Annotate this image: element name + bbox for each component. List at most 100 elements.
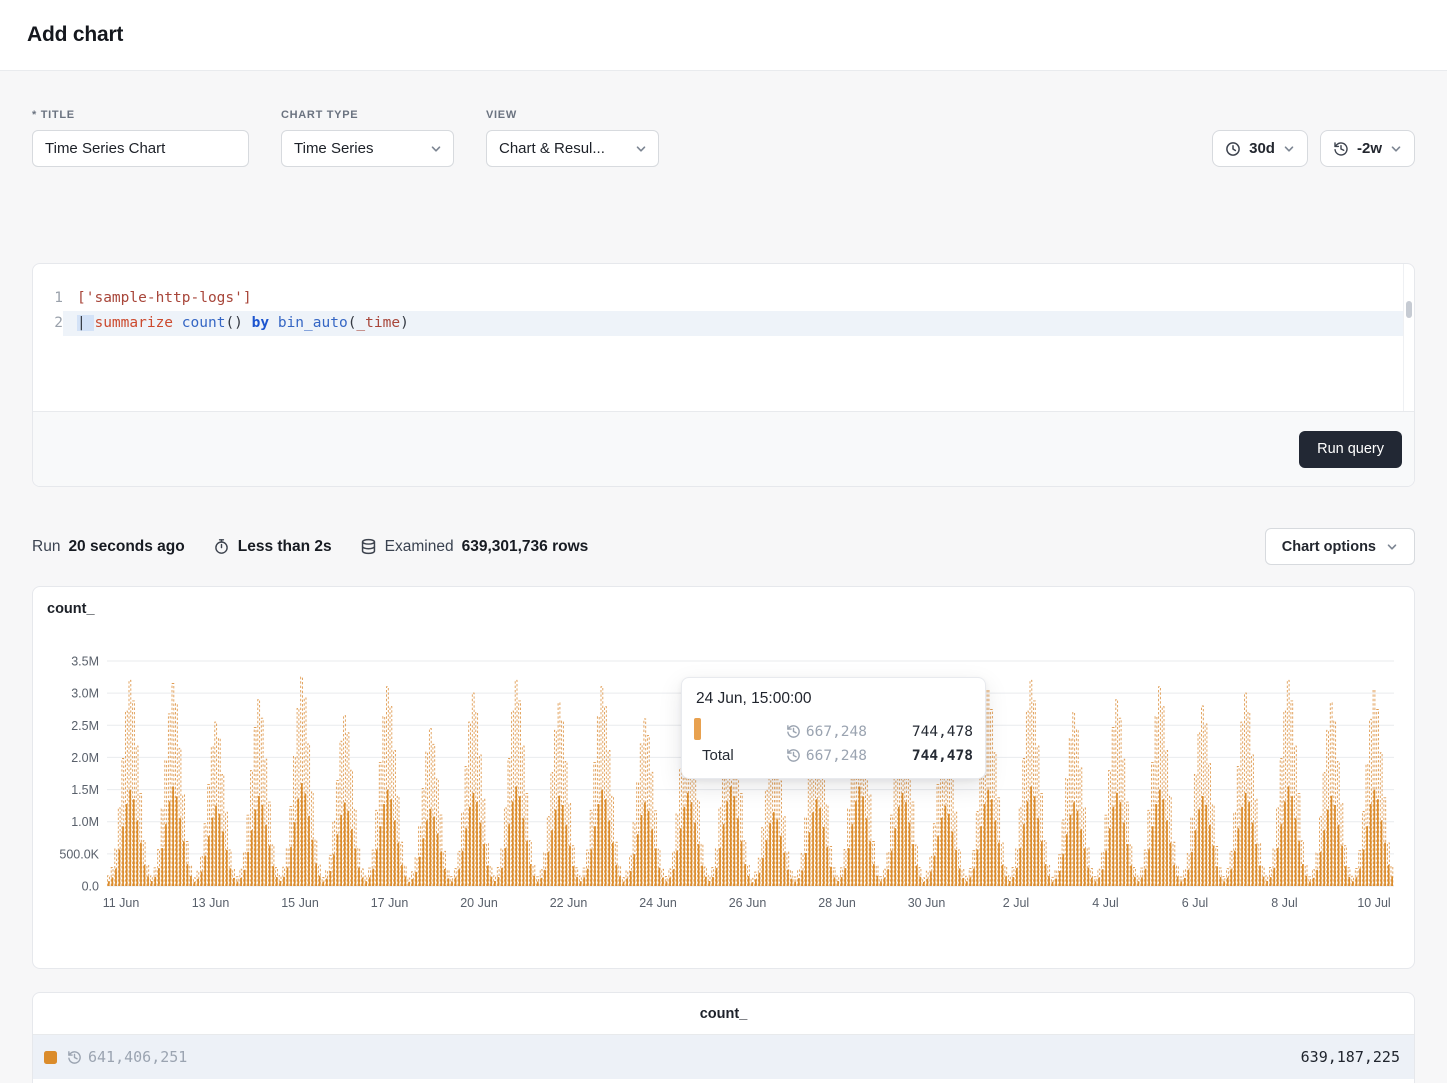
chart-options-label: Chart options	[1282, 539, 1376, 555]
svg-text:6 Jul: 6 Jul	[1182, 896, 1208, 910]
code-line[interactable]: 1['sample-http-logs']	[33, 286, 1414, 311]
chart-type-value: Time Series	[294, 140, 373, 157]
database-icon	[360, 538, 377, 555]
table-header: count_	[33, 993, 1414, 1035]
add-chart-panel: * TITLE CHART TYPE Time Series VIEW Char…	[0, 71, 1447, 1083]
time-controls: 30d -2w	[1212, 130, 1415, 167]
tooltip-series-swatch	[694, 718, 701, 740]
svg-text:30 Jun: 30 Jun	[908, 896, 946, 910]
view-label: VIEW	[486, 109, 659, 121]
svg-text:24 Jun: 24 Jun	[639, 896, 677, 910]
svg-text:22 Jun: 22 Jun	[550, 896, 588, 910]
svg-text:13 Jun: 13 Jun	[192, 896, 230, 910]
svg-text:0.0: 0.0	[82, 880, 99, 894]
run-status-text: Run 20 seconds ago	[32, 538, 185, 556]
svg-text:4 Jul: 4 Jul	[1092, 896, 1118, 910]
chart-title: count_	[47, 601, 1414, 617]
chevron-down-icon	[430, 143, 442, 155]
svg-text:11 Jun: 11 Jun	[103, 896, 140, 910]
chart-panel: count_ 0.0 500.0K 1.0M 1.5M 2.0M 2.5M 3.0M 3.5M…	[32, 586, 1415, 969]
page-header: Add chart	[0, 0, 1447, 71]
svg-text:1.0M: 1.0M	[71, 815, 99, 829]
history-icon	[1333, 141, 1349, 157]
run-time: 20 seconds ago	[68, 538, 184, 556]
code-line-text: | summarize count() by bin_auto(_time)	[63, 311, 1403, 336]
code-area[interactable]: 1['sample-http-logs']2| summarize count(…	[33, 264, 1414, 411]
query-status-bar: Run 20 seconds ago Less than 2s Examined…	[32, 528, 1415, 565]
tooltip-title: 24 Jun, 15:00:00	[694, 690, 973, 708]
svg-text:2 Jul: 2 Jul	[1003, 896, 1029, 910]
prev-total-cell: 641,406,251	[67, 1048, 187, 1066]
history-icon	[67, 1050, 82, 1065]
chart-options-button[interactable]: Chart options	[1265, 528, 1415, 565]
code-line-text: ['sample-http-logs']	[63, 286, 1403, 311]
svg-text:3.5M: 3.5M	[71, 655, 99, 669]
series-swatch	[44, 1051, 57, 1064]
svg-text:15 Jun: 15 Jun	[281, 896, 319, 910]
tooltip-total-label: Total	[694, 747, 747, 764]
table-header-label: count_	[700, 1006, 748, 1022]
page-title: Add chart	[27, 23, 123, 47]
editor-scrollbar[interactable]	[1403, 264, 1414, 411]
query-footer: Run query	[33, 411, 1414, 486]
view-select[interactable]: Chart & Resul...	[486, 130, 659, 167]
compare-value: -2w	[1357, 140, 1382, 157]
tooltip-total-curr-value: 744,478	[867, 748, 973, 764]
tooltip-series-row: 667,248 744,478	[694, 718, 973, 743]
tooltip-total-prev: 667,248	[747, 748, 867, 764]
query-editor: 1['sample-http-logs']2| summarize count(…	[32, 263, 1415, 487]
title-input[interactable]	[32, 130, 249, 167]
svg-text:500.0K: 500.0K	[59, 847, 99, 861]
chart-tooltip: 24 Jun, 15:00:00 667,248 744,478 Total	[681, 677, 986, 779]
code-lines: 1['sample-http-logs']2| summarize count(…	[33, 286, 1414, 336]
examined-prefix: Examined	[385, 538, 454, 556]
tooltip-total-row: Total 667,248 744,478	[694, 743, 973, 768]
svg-text:8 Jul: 8 Jul	[1271, 896, 1297, 910]
total-value: 639,187,225	[1301, 1048, 1400, 1066]
chart-type-select[interactable]: Time Series	[281, 130, 454, 167]
run-query-button[interactable]: Run query	[1299, 431, 1402, 468]
time-range-value: 30d	[1249, 140, 1275, 157]
duration-text: Less than 2s	[238, 538, 332, 556]
line-number: 2	[33, 311, 63, 336]
svg-text:17 Jun: 17 Jun	[371, 896, 409, 910]
results-table: count_ 641,406,251 639,187,225	[32, 992, 1415, 1083]
compare-against-button[interactable]: -2w	[1320, 130, 1415, 167]
svg-text:1.5M: 1.5M	[71, 783, 99, 797]
chevron-down-icon	[1283, 143, 1295, 155]
examined-status: Examined 639,301,736 rows	[360, 538, 589, 556]
stopwatch-icon	[213, 538, 230, 555]
field-chart-type: CHART TYPE Time Series	[281, 109, 454, 167]
svg-text:3.0M: 3.0M	[71, 687, 99, 701]
duration-status: Less than 2s	[213, 538, 332, 556]
chevron-down-icon	[1390, 143, 1402, 155]
scrollbar-thumb[interactable]	[1406, 301, 1412, 318]
field-title: * TITLE	[32, 109, 249, 167]
svg-text:2.5M: 2.5M	[71, 719, 99, 733]
tooltip-series-prev: 667,248	[747, 724, 867, 740]
code-line[interactable]: 2| summarize count() by bin_auto(_time)	[33, 311, 1414, 336]
svg-text:28 Jun: 28 Jun	[818, 896, 856, 910]
chevron-down-icon	[1386, 541, 1398, 553]
svg-text:2.0M: 2.0M	[71, 751, 99, 765]
line-number: 1	[33, 286, 63, 311]
field-view: VIEW Chart & Resul...	[486, 109, 659, 167]
clock-icon	[1225, 141, 1241, 157]
run-prefix: Run	[32, 538, 60, 556]
history-icon	[786, 748, 801, 763]
tooltip-series-curr-value: 744,478	[867, 724, 973, 740]
chart-config-form: * TITLE CHART TYPE Time Series VIEW Char…	[32, 71, 1415, 167]
examined-count: 639,301,736 rows	[462, 538, 589, 556]
prev-total-value: 641,406,251	[88, 1048, 187, 1066]
svg-text:26 Jun: 26 Jun	[729, 896, 767, 910]
svg-text:10 Jul: 10 Jul	[1357, 896, 1390, 910]
time-range-button[interactable]: 30d	[1212, 130, 1308, 167]
history-icon	[786, 724, 801, 739]
chevron-down-icon	[635, 143, 647, 155]
chart-type-label: CHART TYPE	[281, 109, 454, 121]
view-value: Chart & Resul...	[499, 140, 605, 157]
tooltip-total-prev-value: 667,248	[806, 748, 867, 764]
tooltip-series-prev-value: 667,248	[806, 724, 867, 740]
table-row[interactable]: 641,406,251 639,187,225	[33, 1035, 1414, 1079]
svg-text:20 Jun: 20 Jun	[460, 896, 498, 910]
